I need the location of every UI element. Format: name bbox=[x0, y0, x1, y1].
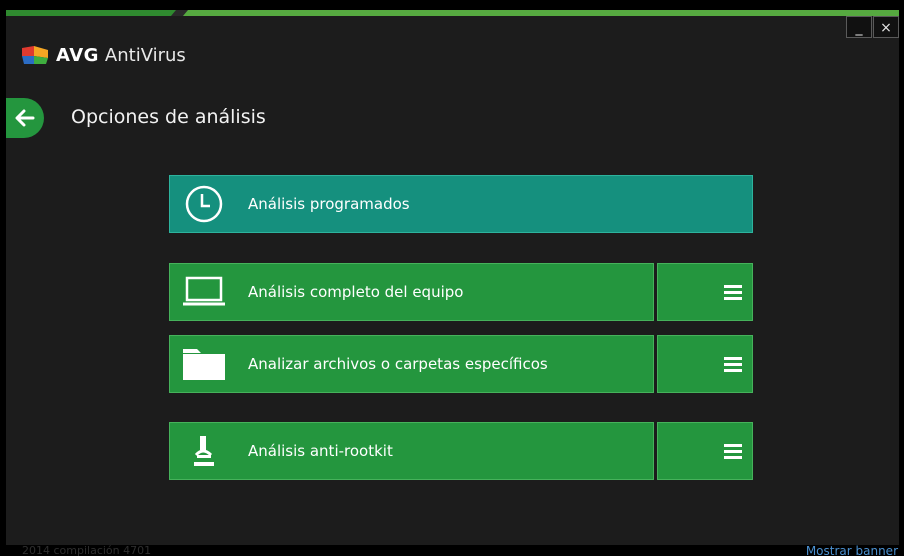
menu-icon bbox=[724, 354, 742, 375]
microscope-icon bbox=[194, 436, 214, 466]
build-version: 2014 compilación 4701 bbox=[22, 544, 152, 557]
top-accent-bar bbox=[6, 10, 899, 16]
close-icon: × bbox=[880, 20, 892, 36]
arrow-left-icon bbox=[15, 109, 35, 127]
scheduled-scans-button[interactable]: Análisis programados bbox=[169, 175, 753, 233]
full-scan-settings-button[interactable] bbox=[657, 263, 753, 321]
files-scan-label: Analizar archivos o carpetas específicos bbox=[248, 355, 548, 373]
folder-icon bbox=[183, 349, 225, 380]
files-scan-button[interactable]: Analizar archivos o carpetas específicos bbox=[169, 335, 654, 393]
files-scan-settings-button[interactable] bbox=[657, 335, 753, 393]
clock-icon bbox=[185, 185, 223, 223]
minimize-icon: _ bbox=[855, 20, 863, 36]
full-scan-label: Análisis completo del equipo bbox=[248, 283, 464, 301]
product-name: AntiVirus bbox=[104, 44, 186, 66]
app-window: _ × AVG AntiVirus Opciones de análisis A… bbox=[0, 0, 904, 558]
page-title: Opciones de análisis bbox=[71, 106, 266, 128]
close-button[interactable]: × bbox=[873, 16, 899, 38]
rootkit-scan-label: Análisis anti-rootkit bbox=[248, 442, 393, 460]
minimize-button[interactable]: _ bbox=[846, 16, 872, 38]
laptop-icon bbox=[183, 276, 225, 306]
rootkit-scan-settings-button[interactable] bbox=[657, 422, 753, 480]
avg-logo-icon bbox=[20, 44, 50, 66]
full-scan-button[interactable]: Análisis completo del equipo bbox=[169, 263, 654, 321]
brand-header: AVG AntiVirus bbox=[20, 42, 186, 68]
menu-icon bbox=[724, 441, 742, 462]
brand-name: AVG bbox=[56, 44, 99, 66]
scheduled-scans-label: Análisis programados bbox=[248, 195, 410, 213]
menu-icon bbox=[724, 282, 742, 303]
rootkit-scan-button[interactable]: Análisis anti-rootkit bbox=[169, 422, 654, 480]
